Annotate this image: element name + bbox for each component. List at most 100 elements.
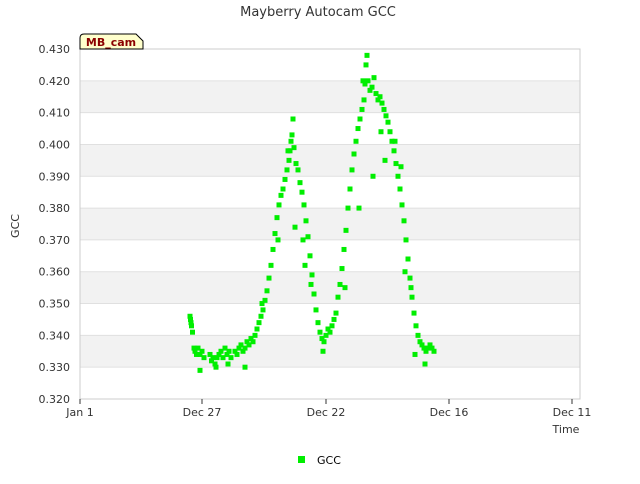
gcc-point xyxy=(311,291,317,297)
gcc-point xyxy=(391,148,397,154)
gcc-point xyxy=(401,218,407,224)
gcc-point xyxy=(284,167,290,173)
gcc-point xyxy=(345,205,351,211)
gcc-point xyxy=(349,167,355,173)
y-tick-label: 0.330 xyxy=(39,361,71,374)
gcc-point xyxy=(228,355,234,361)
x-tick-label: Dec 11 xyxy=(553,406,592,419)
y-tick-label: 0.390 xyxy=(39,170,71,183)
x-tick-label: Dec 22 xyxy=(307,406,346,419)
gcc-point xyxy=(351,151,357,157)
gcc-point xyxy=(361,97,367,103)
y-tick-label: 0.360 xyxy=(39,266,71,279)
gcc-point xyxy=(295,167,301,173)
gcc-point xyxy=(309,272,315,278)
gcc-point xyxy=(307,253,313,259)
gcc-point xyxy=(397,186,403,192)
gcc-point xyxy=(360,78,366,84)
gcc-point xyxy=(268,262,274,268)
gcc-point xyxy=(356,205,362,211)
gcc-point xyxy=(333,310,339,316)
gcc-point xyxy=(395,173,401,179)
gcc-point xyxy=(422,361,428,367)
y-axis-ticks: 0.320 0.330 0.340 0.350 0.360 0.370 0.380 0.390… xyxy=(39,43,71,406)
chart-root: 0.320 0.330 0.340 0.350 0.360 0.370 0.380 0.390… xyxy=(0,0,640,480)
gcc-point xyxy=(317,329,323,335)
gcc-point xyxy=(347,186,353,192)
gcc-point xyxy=(289,132,295,138)
gcc-point xyxy=(383,113,389,119)
gcc-point xyxy=(264,288,270,294)
grid-band xyxy=(80,271,580,304)
gcc-point xyxy=(189,323,194,329)
x-axis-title: Time xyxy=(552,423,580,436)
gcc-point xyxy=(370,173,376,179)
x-axis-ticks: Jan 1 Dec 27 Dec 22 Dec 16 Dec 11 xyxy=(65,399,591,419)
gcc-point xyxy=(278,192,284,198)
gcc-point xyxy=(260,307,266,313)
gcc-point xyxy=(331,316,337,322)
gcc-point xyxy=(363,62,369,68)
gcc-point xyxy=(399,202,405,208)
gcc-point xyxy=(305,234,311,240)
grid-band xyxy=(80,49,580,81)
gcc-point xyxy=(270,246,276,252)
gcc-point xyxy=(293,161,299,167)
y-axis-title: GCC xyxy=(9,214,22,238)
gcc-point xyxy=(379,100,385,106)
gcc-point xyxy=(364,52,370,58)
x-tick-label: Dec 27 xyxy=(183,406,222,419)
legend-label: GCC xyxy=(317,454,341,467)
gcc-point xyxy=(252,332,258,338)
badge-label: MB_cam xyxy=(86,36,136,49)
gcc-point xyxy=(413,323,419,329)
gcc-point xyxy=(415,332,421,338)
grid-band xyxy=(80,335,580,368)
gcc-point xyxy=(412,351,418,357)
gcc-point xyxy=(300,237,306,243)
gcc-point xyxy=(225,361,231,367)
gcc-point xyxy=(250,339,256,345)
gcc-point xyxy=(353,138,359,144)
gcc-point xyxy=(285,148,291,154)
legend-swatch xyxy=(298,456,305,463)
gcc-point xyxy=(258,313,264,319)
gcc-point xyxy=(213,364,219,370)
grid-band xyxy=(80,239,580,272)
gcc-point xyxy=(259,301,265,307)
gcc-point xyxy=(197,367,203,373)
gcc-point xyxy=(280,186,286,192)
gcc-point xyxy=(275,237,281,243)
gcc-point xyxy=(327,329,333,335)
gcc-point xyxy=(408,285,414,291)
y-tick-label: 0.430 xyxy=(39,43,71,56)
y-tick-label: 0.380 xyxy=(39,202,71,215)
gcc-point xyxy=(254,326,260,332)
y-tick-label: 0.370 xyxy=(39,234,71,247)
gcc-point xyxy=(357,116,363,122)
gcc-point xyxy=(290,116,296,122)
y-tick-label: 0.410 xyxy=(39,107,71,120)
gcc-point xyxy=(342,285,348,291)
gcc-point xyxy=(313,307,319,313)
gcc-chart: 0.320 0.330 0.340 0.350 0.360 0.370 0.380 0.390… xyxy=(9,5,591,467)
gcc-point xyxy=(282,176,288,182)
gcc-point xyxy=(199,348,205,354)
gcc-point xyxy=(337,281,343,287)
gcc-point xyxy=(431,348,437,354)
gcc-point xyxy=(242,364,248,370)
gcc-point xyxy=(359,106,365,112)
y-tick-label: 0.340 xyxy=(39,329,71,342)
gcc-point xyxy=(385,119,391,125)
gcc-point xyxy=(190,329,195,335)
gcc-point xyxy=(321,339,327,345)
gcc-point xyxy=(398,164,404,170)
gcc-point xyxy=(371,75,377,81)
gcc-point xyxy=(301,202,307,208)
gcc-point xyxy=(403,237,409,243)
gcc-point xyxy=(382,157,388,163)
gcc-point xyxy=(266,275,272,281)
gcc-point xyxy=(274,215,280,221)
gcc-point xyxy=(292,224,298,230)
gcc-point xyxy=(302,262,308,268)
